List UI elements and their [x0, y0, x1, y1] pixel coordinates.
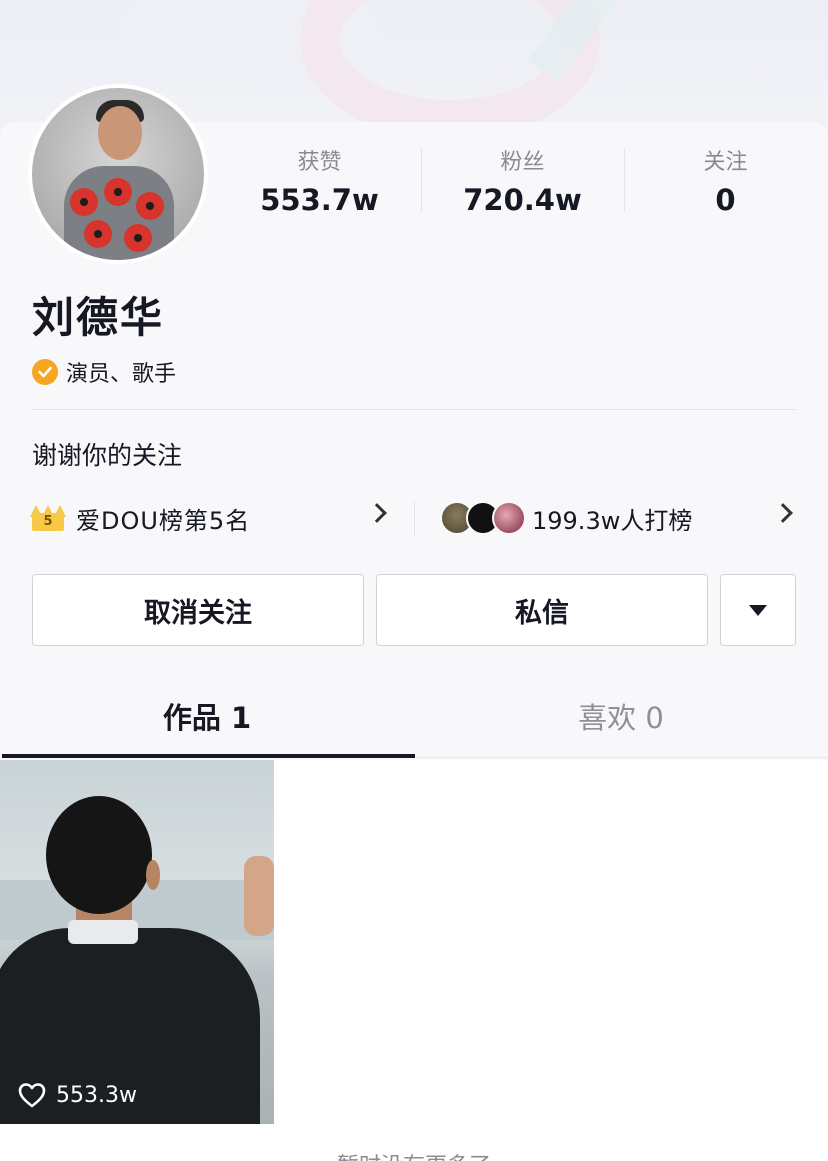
video-grid: 553.3w — [0, 760, 828, 1161]
verification-badge: 演员、歌手 — [32, 356, 176, 388]
avatar-photo — [32, 88, 204, 260]
heart-outline-icon — [18, 1083, 46, 1108]
idol-rank-link[interactable]: 5 爱DOU榜第5名 — [30, 498, 392, 538]
triangle-down-icon — [749, 604, 767, 616]
cover-decoration — [528, 0, 812, 140]
message-button[interactable]: 私信 — [376, 574, 708, 646]
content-tabs: 作品 1 喜欢 0 — [0, 680, 828, 758]
profile-name: 刘德华 — [32, 293, 165, 342]
stat-value: 720.4w — [463, 183, 582, 217]
stat-followers[interactable]: 粉丝 720.4w — [421, 148, 624, 218]
supporter-avatars — [440, 501, 526, 535]
chevron-right-icon — [367, 503, 387, 523]
stat-label: 粉丝 — [500, 150, 545, 175]
supporters-link[interactable]: 199.3w人打榜 — [440, 498, 796, 538]
video-likes: 553.3w — [18, 1082, 137, 1108]
divider — [414, 502, 415, 536]
profile-bio: 谢谢你的关注 — [32, 441, 183, 470]
stat-label: 关注 — [703, 150, 748, 175]
avatar[interactable] — [28, 84, 208, 264]
video-likes-count: 553.3w — [56, 1082, 137, 1108]
stat-likes[interactable]: 获赞 553.7w — [218, 148, 421, 218]
supporter-avatar — [492, 501, 526, 535]
chevron-right-icon — [773, 503, 793, 523]
action-buttons: 取消关注 私信 — [32, 574, 796, 646]
stat-value: 553.7w — [260, 183, 379, 217]
rank-row: 5 爱DOU榜第5名 199.3w人打榜 — [30, 498, 796, 538]
divider — [32, 409, 796, 410]
stat-following[interactable]: 关注 0 — [624, 148, 827, 218]
stat-value: 0 — [715, 183, 736, 217]
unfollow-button[interactable]: 取消关注 — [32, 574, 364, 646]
video-thumbnail[interactable]: 553.3w — [0, 760, 274, 1124]
more-button[interactable] — [720, 574, 796, 646]
tab-likes[interactable]: 喜欢 0 — [414, 680, 828, 758]
crown-rank-number: 5 — [43, 514, 53, 529]
tab-works[interactable]: 作品 1 — [0, 680, 414, 758]
verification-text: 演员、歌手 — [66, 362, 177, 387]
crown-icon: 5 — [30, 505, 66, 531]
profile-stats: 获赞 553.7w 粉丝 720.4w 关注 0 — [218, 148, 828, 218]
no-more-text: 暂时没有更多了 — [0, 1148, 828, 1161]
rank-text: 爱DOU榜第5名 — [76, 506, 251, 535]
supporters-count: 199.3w人打榜 — [532, 506, 693, 535]
stat-label: 获赞 — [297, 150, 342, 175]
verified-check-icon — [32, 359, 58, 385]
active-tab-indicator — [2, 754, 415, 758]
